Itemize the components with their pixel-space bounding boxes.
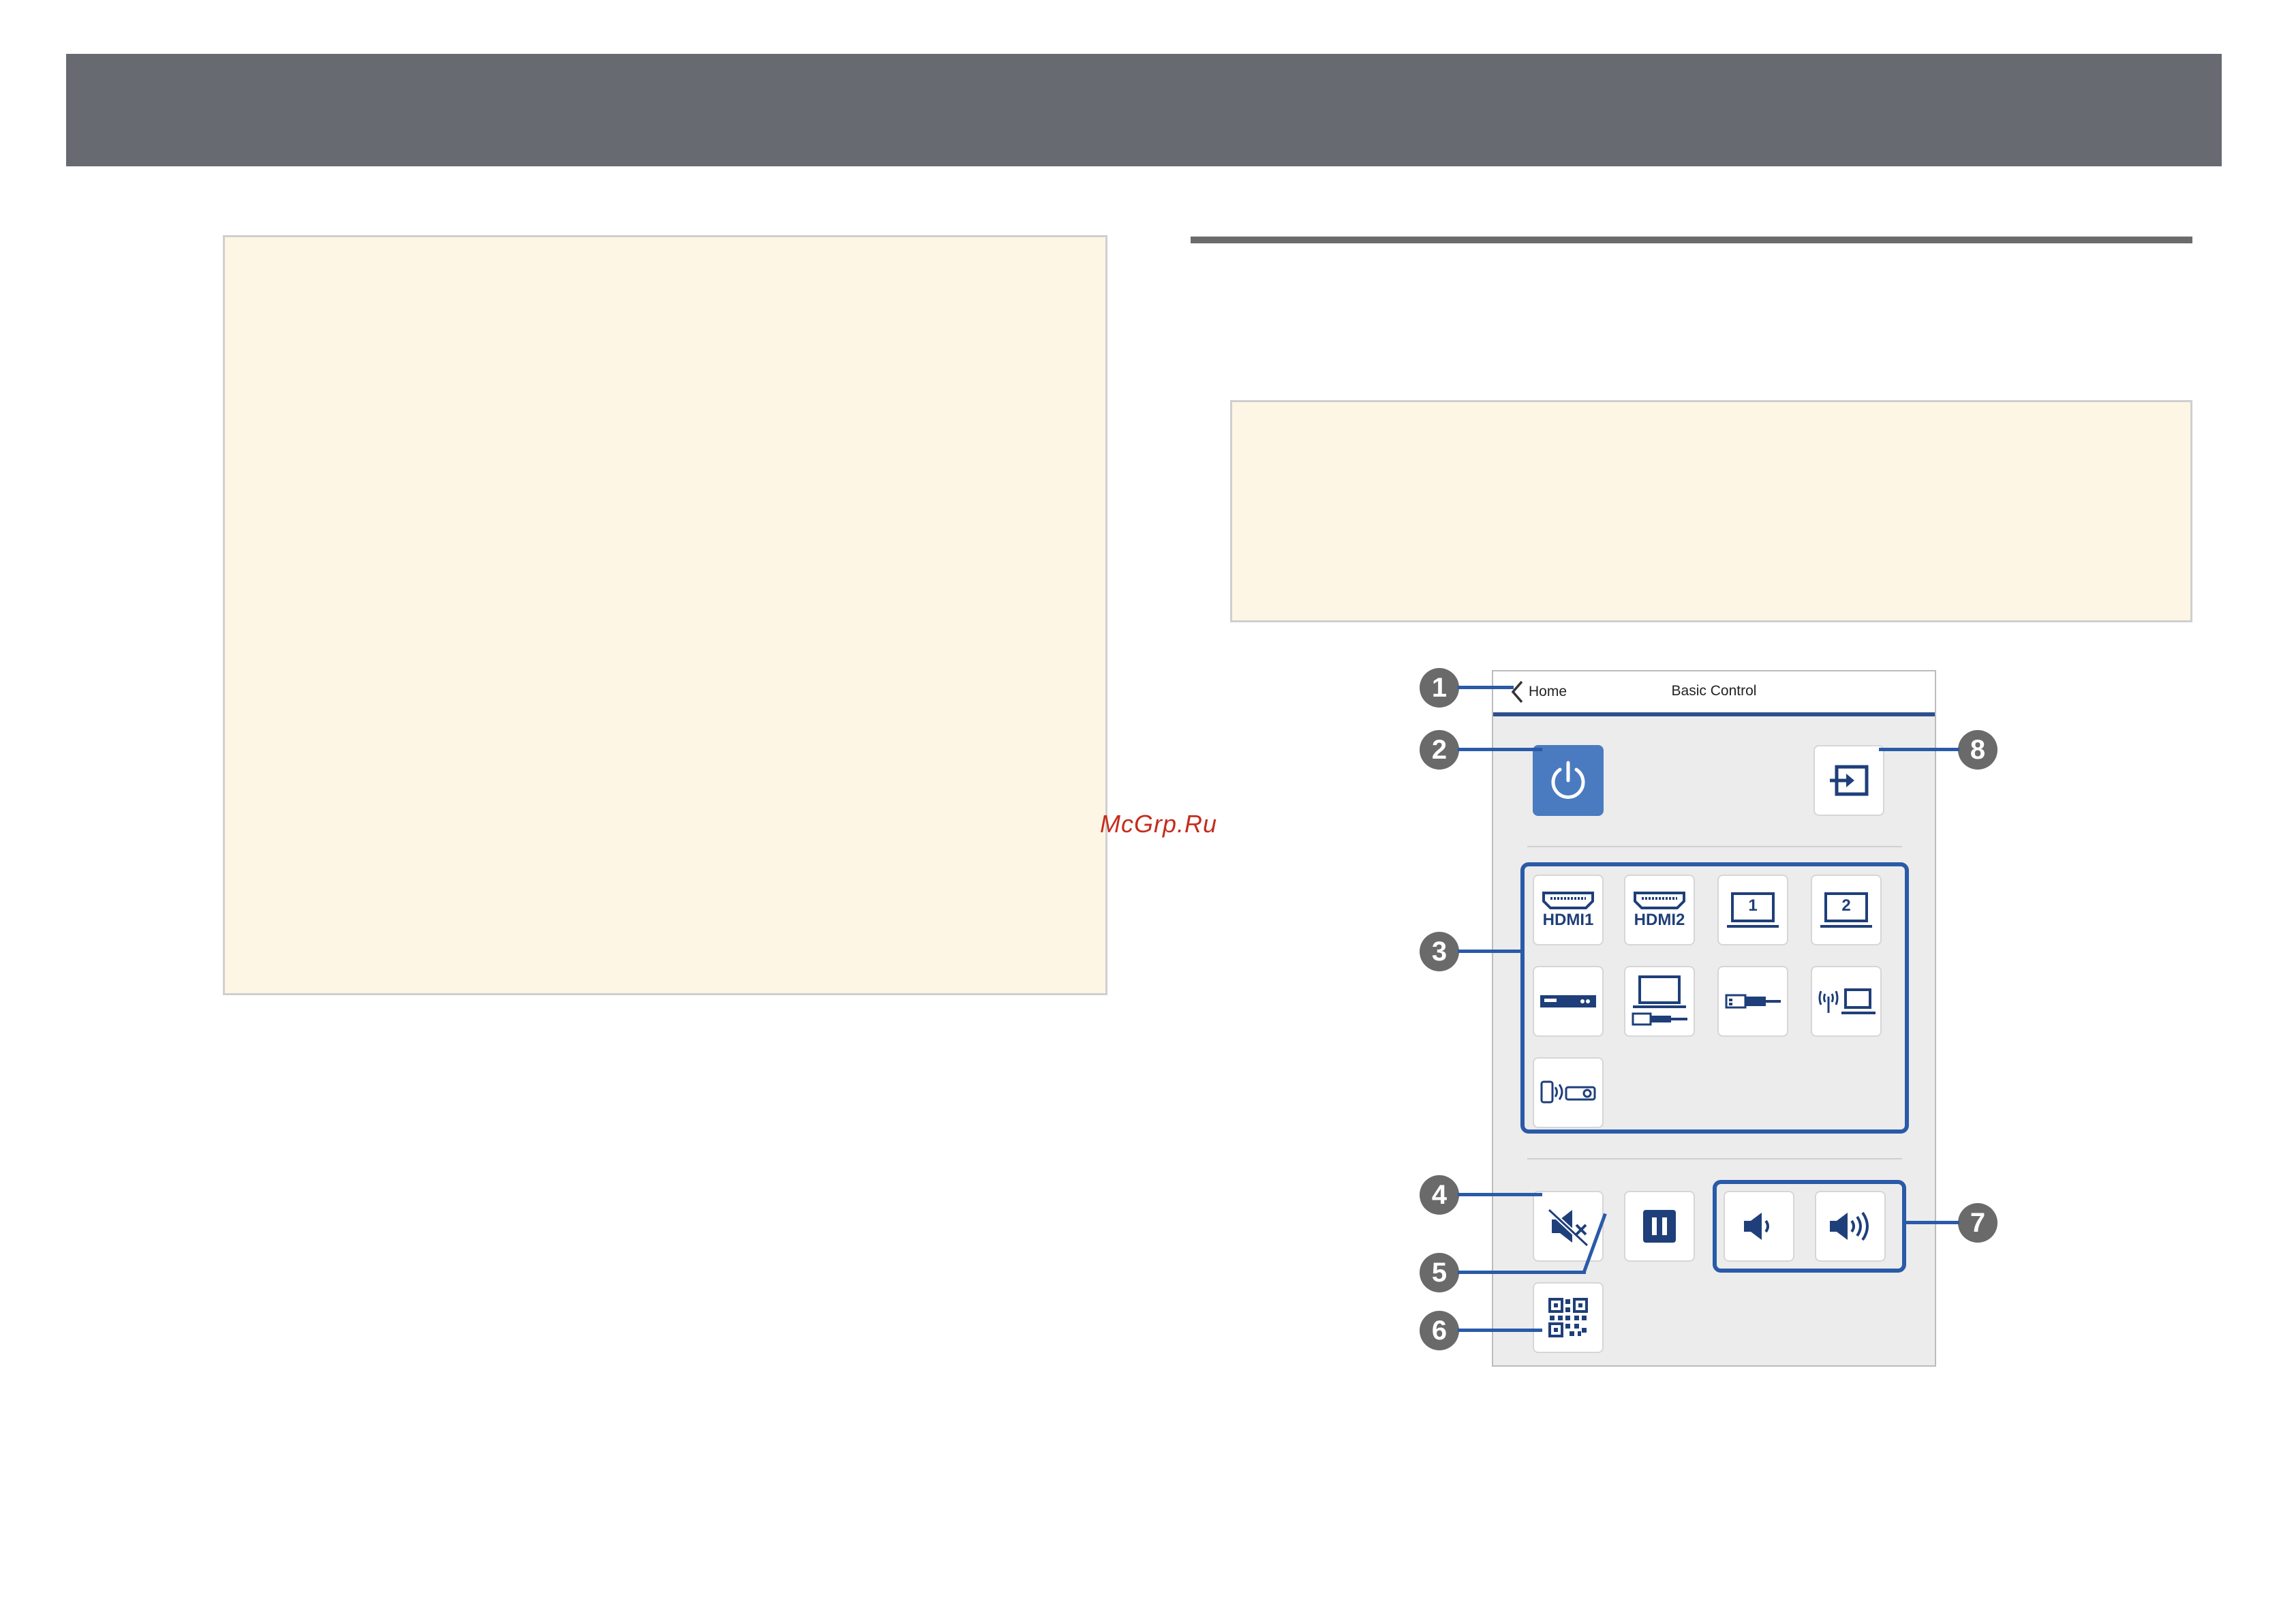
- freeze-button[interactable]: [1624, 1191, 1695, 1262]
- leader-4: [1458, 1193, 1542, 1196]
- divider: [1527, 1158, 1902, 1159]
- top-banner: [66, 54, 2222, 166]
- basic-control-screen: Home Basic Control HDMI1 HDMI2 1 2: [1492, 670, 1936, 1367]
- note-box-right: [1230, 400, 2192, 622]
- watermark: McGrp.Ru: [1100, 810, 1218, 838]
- leader-7: [1902, 1221, 1959, 1224]
- divider: [1527, 846, 1902, 847]
- header-bar: Home Basic Control: [1493, 671, 1935, 716]
- section-rule: [1191, 237, 2192, 243]
- callout-6: 6: [1420, 1311, 1459, 1350]
- screen-title: Basic Control: [1671, 683, 1757, 699]
- source-search-icon: [1827, 763, 1871, 798]
- leader-5: [1458, 1271, 1586, 1274]
- callout-8: 8: [1958, 730, 1997, 770]
- leader-3: [1458, 950, 1523, 953]
- leader-6: [1458, 1329, 1542, 1332]
- volume-group-highlight: [1713, 1180, 1906, 1273]
- leader-2: [1458, 748, 1542, 751]
- speaker-mute-icon: [1546, 1204, 1590, 1248]
- callout-5: 5: [1420, 1253, 1459, 1292]
- callout-2: 2: [1420, 730, 1459, 770]
- callout-3: 3: [1420, 932, 1459, 971]
- qr-code-button[interactable]: [1533, 1282, 1604, 1353]
- pause-icon: [1640, 1207, 1679, 1245]
- power-icon: [1546, 759, 1590, 802]
- input-source-group-highlight: [1520, 862, 1909, 1134]
- callout-1: 1: [1420, 668, 1459, 708]
- callout-4: 4: [1420, 1175, 1459, 1215]
- leader-8: [1879, 748, 1959, 751]
- power-button[interactable]: [1533, 745, 1604, 816]
- leader-1: [1458, 686, 1514, 689]
- qr-code-icon: [1547, 1296, 1589, 1339]
- callout-7: 7: [1958, 1203, 1997, 1243]
- source-search-button[interactable]: [1813, 745, 1884, 816]
- note-box-left: [223, 235, 1107, 995]
